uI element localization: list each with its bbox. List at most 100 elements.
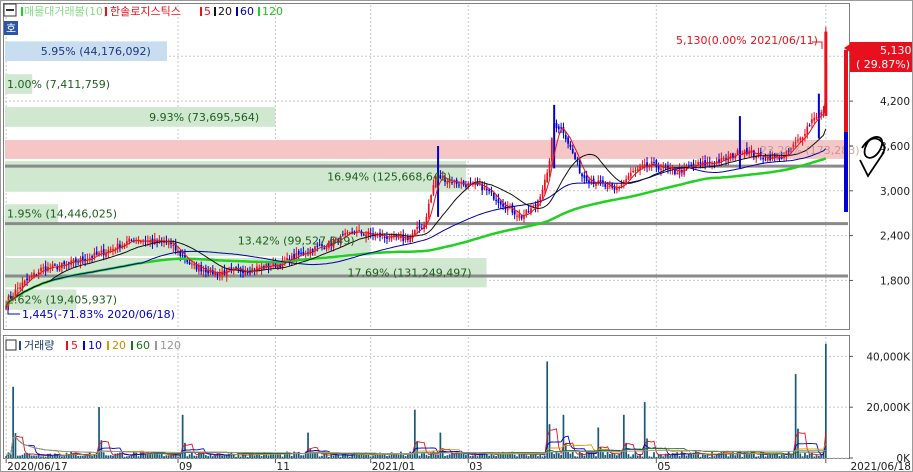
volume-bar bbox=[576, 456, 579, 458]
volume-bar bbox=[462, 453, 465, 458]
volume-profile-label: 16.94% (125,668,643) bbox=[327, 170, 451, 183]
date-tick-label: 2021/01 bbox=[372, 461, 416, 472]
volume-bar bbox=[21, 454, 24, 458]
volume-bar bbox=[527, 456, 530, 458]
candle-body bbox=[413, 230, 416, 235]
volume-bar bbox=[513, 454, 516, 458]
volume-bar bbox=[492, 455, 495, 458]
volume-profile-label: 17.69% (131,249,497) bbox=[348, 267, 472, 280]
volume-bar bbox=[766, 455, 769, 458]
volume-bar bbox=[272, 454, 275, 458]
candle-body bbox=[550, 138, 553, 161]
volume-bar bbox=[207, 456, 210, 458]
candle-body bbox=[604, 183, 607, 187]
volume-bar bbox=[135, 452, 138, 458]
candle-body bbox=[755, 156, 758, 158]
volume-bar bbox=[632, 454, 634, 458]
volume-bar bbox=[625, 442, 628, 458]
volume-bar bbox=[51, 455, 54, 458]
volume-bar bbox=[5, 455, 8, 458]
volume-bar bbox=[609, 453, 611, 458]
volume-bar bbox=[58, 455, 61, 458]
volume-bar bbox=[267, 455, 270, 458]
candle-body bbox=[300, 252, 302, 254]
volume-bar bbox=[395, 454, 398, 458]
candle-body bbox=[567, 137, 569, 144]
volume-bar bbox=[627, 454, 630, 458]
volume-bar bbox=[126, 456, 128, 458]
volume-bar bbox=[123, 456, 126, 458]
candle-body bbox=[130, 240, 133, 242]
volume-bar bbox=[699, 456, 702, 458]
volume-bar bbox=[128, 455, 131, 458]
candle-body bbox=[230, 267, 233, 269]
volume-profile-label: 5.95% (44,176,092) bbox=[41, 45, 151, 58]
date-tick-label: 05 bbox=[657, 461, 670, 472]
volume-bar bbox=[119, 452, 121, 458]
volume-bar bbox=[209, 454, 212, 458]
candle-body bbox=[780, 157, 783, 159]
candle-body bbox=[5, 306, 8, 310]
volume-bar bbox=[694, 451, 697, 458]
volume-bar bbox=[560, 454, 562, 458]
volume-bar bbox=[112, 455, 114, 458]
candle-body bbox=[813, 117, 816, 121]
volume-profile-label: 9.93% (73,695,564) bbox=[149, 111, 259, 124]
volume-bar bbox=[437, 454, 439, 458]
volume-bar bbox=[678, 456, 681, 458]
candle-body bbox=[697, 162, 699, 165]
candle-body bbox=[223, 270, 226, 275]
candle-body bbox=[295, 253, 298, 261]
volume-bar bbox=[811, 452, 813, 458]
candle-body bbox=[490, 191, 493, 193]
volume-bar bbox=[290, 455, 293, 458]
ma60-legend: 60 bbox=[240, 5, 254, 18]
volume-bar bbox=[669, 455, 672, 458]
volume-bar bbox=[246, 456, 249, 458]
high-annotation: 5,130(0.00% 2021/06/11) bbox=[676, 34, 818, 47]
volume-bar bbox=[221, 455, 223, 458]
candle-body bbox=[764, 159, 767, 161]
volume-bar bbox=[193, 455, 196, 458]
volume-bar bbox=[260, 456, 263, 458]
candle-body bbox=[432, 185, 435, 195]
volume-bar bbox=[676, 452, 679, 458]
candle-body bbox=[100, 250, 103, 253]
candle-body bbox=[416, 227, 419, 230]
volume-bar bbox=[420, 453, 423, 458]
candle-body bbox=[54, 264, 56, 266]
volume-bar bbox=[179, 455, 182, 458]
volume-bar bbox=[116, 453, 119, 458]
volume-bar bbox=[504, 454, 507, 458]
candle-body bbox=[492, 192, 495, 200]
volume-bar bbox=[778, 456, 781, 458]
candle-body bbox=[762, 158, 765, 160]
volume-bar bbox=[574, 456, 576, 458]
volume-bar bbox=[650, 456, 653, 458]
candle-body bbox=[418, 225, 421, 229]
candle-body bbox=[246, 272, 249, 274]
candle-body bbox=[588, 180, 590, 183]
candle-body bbox=[128, 238, 131, 242]
volume-bar bbox=[639, 454, 641, 458]
candle-body bbox=[625, 179, 628, 182]
candle-body bbox=[181, 255, 184, 257]
stock-chart: 5.95% (44,176,092) 1.00% (7,411,759) 9.93%… bbox=[0, 0, 913, 472]
current-change: ( 29.87%) bbox=[856, 58, 910, 71]
candle-body bbox=[690, 164, 693, 166]
volume-bar bbox=[300, 455, 302, 458]
volume-bar bbox=[813, 456, 816, 458]
candle-body bbox=[26, 278, 28, 281]
volume-bar bbox=[386, 455, 388, 458]
volume-bar bbox=[223, 455, 226, 458]
candle-body bbox=[676, 173, 679, 175]
volume-bar bbox=[681, 451, 683, 458]
candle-body bbox=[42, 267, 45, 269]
candle-body bbox=[520, 215, 523, 219]
volume-bar bbox=[33, 455, 35, 458]
volume-bar bbox=[400, 451, 402, 458]
volume-bar bbox=[801, 456, 804, 458]
volume-bar bbox=[653, 452, 655, 458]
volume-bar bbox=[671, 453, 674, 458]
volume-bar bbox=[165, 455, 168, 458]
